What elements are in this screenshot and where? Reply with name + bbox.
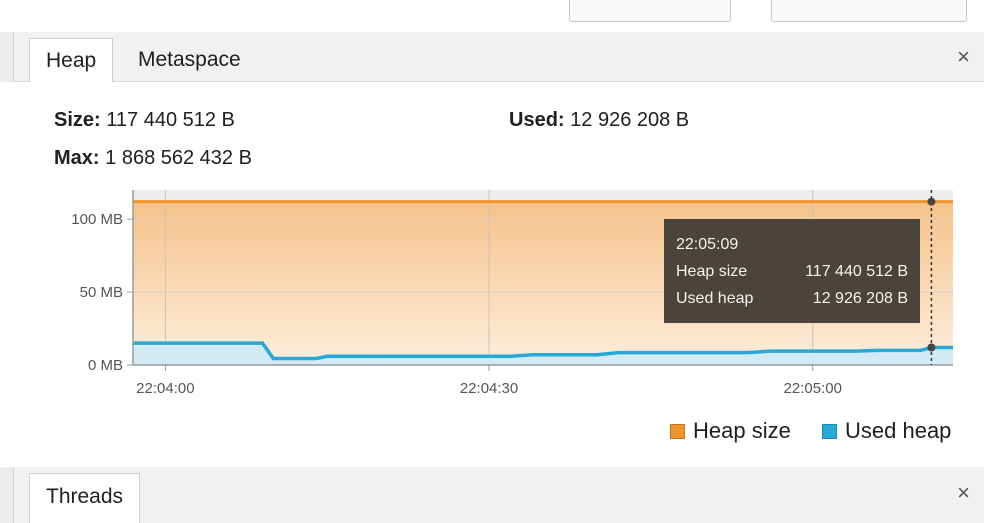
left-panel-edge: [0, 32, 14, 82]
tooltip-time: 22:05:09: [676, 236, 739, 253]
legend-item-heap-size: Heap size: [670, 418, 791, 444]
size-stat: Size: 117 440 512 B: [54, 109, 235, 132]
tab-metaspace-label: Metaspace: [138, 48, 241, 71]
used-heap-swatch: [822, 423, 837, 439]
toolbar-button-1[interactable]: [569, 0, 731, 22]
tooltip-row: Used heap 12 926 208 B: [676, 285, 908, 312]
tooltip-label: Heap size: [676, 263, 748, 280]
tooltip-value: 117 440 512 B: [805, 263, 908, 280]
max-stat: Max: 1 868 562 432 B: [54, 147, 252, 170]
close-icon[interactable]: ×: [957, 482, 970, 504]
max-label: Max:: [54, 147, 100, 169]
used-label: Used:: [509, 109, 565, 131]
max-value: 1 868 562 432 B: [105, 147, 252, 169]
legend-label: Used heap: [845, 418, 952, 443]
tooltip-label: Used heap: [676, 290, 754, 307]
left-panel-edge: [0, 467, 14, 523]
heap-panel-tabbar: Heap Metaspace ×: [0, 32, 984, 82]
threads-panel-tabbar: Threads ×: [0, 467, 984, 523]
tooltip-row: Heap size 117 440 512 B: [676, 258, 908, 285]
legend-label: Heap size: [693, 418, 791, 443]
legend-item-used-heap: Used heap: [822, 418, 951, 444]
chart-tooltip: 22:05:09 Heap size 117 440 512 B Used he…: [664, 219, 920, 323]
y-tick-label: 100 MB: [71, 211, 123, 228]
used-stat: Used: 12 926 208 B: [509, 109, 689, 132]
x-tick-label: 22:04:30: [460, 380, 518, 397]
y-tick-label: 0 MB: [88, 357, 123, 374]
tab-threads[interactable]: Threads: [29, 473, 141, 523]
cursor-marker-used: [927, 343, 936, 352]
size-value: 117 440 512 B: [106, 109, 235, 131]
toolbar-button-2[interactable]: [771, 0, 967, 22]
close-icon[interactable]: ×: [957, 46, 970, 68]
used-value: 12 926 208 B: [570, 109, 690, 131]
used-heap-line: [133, 341, 953, 361]
size-label: Size:: [54, 109, 101, 131]
tooltip-time-row: 22:05:09: [676, 231, 908, 258]
tooltip-value: 12 926 208 B: [812, 290, 908, 307]
used-heap-area: [133, 343, 953, 365]
heap-size-swatch: [670, 423, 685, 439]
y-tick-label: 50 MB: [80, 284, 123, 301]
tab-heap[interactable]: Heap: [29, 38, 114, 82]
tab-heap-label: Heap: [46, 49, 97, 72]
x-tick-label: 22:05:00: [784, 380, 842, 397]
tab-threads-label: Threads: [46, 485, 124, 508]
x-tick-label: 22:04:00: [136, 380, 194, 397]
cursor-marker-heap: [927, 197, 936, 206]
tab-metaspace[interactable]: Metaspace: [122, 38, 257, 82]
